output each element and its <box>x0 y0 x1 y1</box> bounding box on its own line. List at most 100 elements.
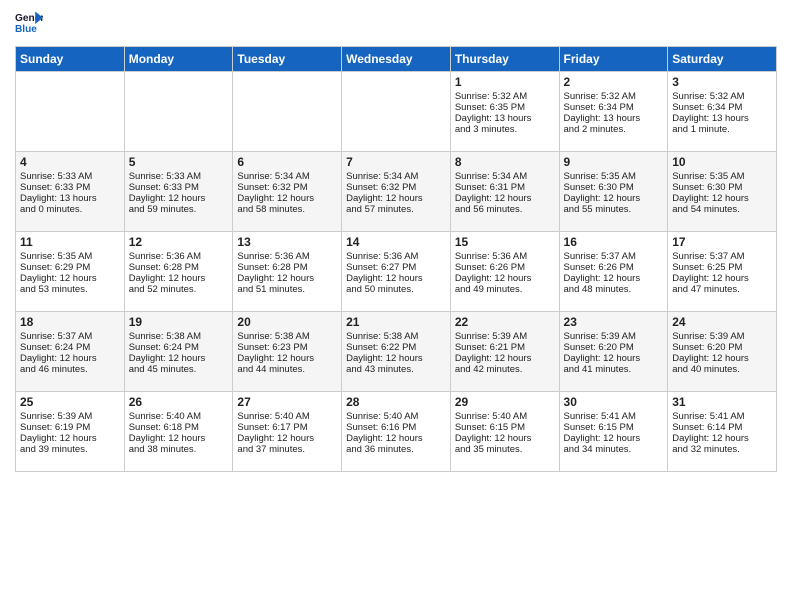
calendar-cell: 14Sunrise: 5:36 AMSunset: 6:27 PMDayligh… <box>342 232 451 312</box>
day-info: Sunrise: 5:36 AM <box>346 251 446 262</box>
day-info: Daylight: 12 hours <box>346 353 446 364</box>
day-info: Sunrise: 5:33 AM <box>20 171 120 182</box>
day-info: Sunset: 6:34 PM <box>672 102 772 113</box>
day-info: and 40 minutes. <box>672 364 772 375</box>
day-info: Sunset: 6:24 PM <box>20 342 120 353</box>
day-number: 25 <box>20 395 120 409</box>
day-info: Daylight: 12 hours <box>564 353 664 364</box>
calendar-week-4: 18Sunrise: 5:37 AMSunset: 6:24 PMDayligh… <box>16 312 777 392</box>
calendar-cell: 26Sunrise: 5:40 AMSunset: 6:18 PMDayligh… <box>124 392 233 472</box>
calendar-week-3: 11Sunrise: 5:35 AMSunset: 6:29 PMDayligh… <box>16 232 777 312</box>
logo: General Blue <box>15 10 43 38</box>
day-info: and 50 minutes. <box>346 284 446 295</box>
day-info: Sunrise: 5:39 AM <box>455 331 555 342</box>
day-info: Sunset: 6:21 PM <box>455 342 555 353</box>
day-info: Sunset: 6:15 PM <box>564 422 664 433</box>
calendar-cell: 8Sunrise: 5:34 AMSunset: 6:31 PMDaylight… <box>450 152 559 232</box>
day-info: Sunrise: 5:39 AM <box>564 331 664 342</box>
day-info: Sunrise: 5:37 AM <box>564 251 664 262</box>
day-info: and 53 minutes. <box>20 284 120 295</box>
day-info: Sunset: 6:31 PM <box>455 182 555 193</box>
calendar-cell <box>342 72 451 152</box>
day-number: 20 <box>237 315 337 329</box>
day-info: Sunset: 6:26 PM <box>455 262 555 273</box>
day-info: Sunrise: 5:35 AM <box>20 251 120 262</box>
calendar-cell: 27Sunrise: 5:40 AMSunset: 6:17 PMDayligh… <box>233 392 342 472</box>
day-number: 9 <box>564 155 664 169</box>
day-info: Daylight: 12 hours <box>346 433 446 444</box>
calendar-header-friday: Friday <box>559 47 668 72</box>
day-info: and 45 minutes. <box>129 364 229 375</box>
day-info: and 51 minutes. <box>237 284 337 295</box>
day-number: 24 <box>672 315 772 329</box>
day-info: Daylight: 12 hours <box>20 273 120 284</box>
main-container: General Blue SundayMondayTuesdayWednesda… <box>0 0 792 477</box>
day-info: Sunrise: 5:35 AM <box>564 171 664 182</box>
day-info: Daylight: 12 hours <box>564 433 664 444</box>
day-info: Daylight: 12 hours <box>20 433 120 444</box>
day-info: Daylight: 12 hours <box>564 193 664 204</box>
day-info: Sunset: 6:33 PM <box>20 182 120 193</box>
day-info: Sunset: 6:26 PM <box>564 262 664 273</box>
day-number: 5 <box>129 155 229 169</box>
calendar-cell: 31Sunrise: 5:41 AMSunset: 6:14 PMDayligh… <box>668 392 777 472</box>
calendar-cell: 24Sunrise: 5:39 AMSunset: 6:20 PMDayligh… <box>668 312 777 392</box>
day-info: Sunset: 6:17 PM <box>237 422 337 433</box>
day-info: and 54 minutes. <box>672 204 772 215</box>
header: General Blue <box>15 10 777 38</box>
day-number: 15 <box>455 235 555 249</box>
calendar-header-thursday: Thursday <box>450 47 559 72</box>
day-info: Sunrise: 5:33 AM <box>129 171 229 182</box>
day-info: Sunrise: 5:36 AM <box>455 251 555 262</box>
day-info: Sunset: 6:20 PM <box>672 342 772 353</box>
day-info: Daylight: 12 hours <box>672 193 772 204</box>
day-info: and 55 minutes. <box>564 204 664 215</box>
day-info: Daylight: 12 hours <box>455 273 555 284</box>
day-number: 29 <box>455 395 555 409</box>
calendar-cell: 25Sunrise: 5:39 AMSunset: 6:19 PMDayligh… <box>16 392 125 472</box>
calendar-cell: 12Sunrise: 5:36 AMSunset: 6:28 PMDayligh… <box>124 232 233 312</box>
calendar-cell: 13Sunrise: 5:36 AMSunset: 6:28 PMDayligh… <box>233 232 342 312</box>
day-info: Daylight: 13 hours <box>20 193 120 204</box>
day-number: 22 <box>455 315 555 329</box>
calendar-week-2: 4Sunrise: 5:33 AMSunset: 6:33 PMDaylight… <box>16 152 777 232</box>
day-info: Sunset: 6:16 PM <box>346 422 446 433</box>
day-info: Sunrise: 5:40 AM <box>129 411 229 422</box>
calendar-cell: 10Sunrise: 5:35 AMSunset: 6:30 PMDayligh… <box>668 152 777 232</box>
day-number: 4 <box>20 155 120 169</box>
day-number: 10 <box>672 155 772 169</box>
calendar-cell: 19Sunrise: 5:38 AMSunset: 6:24 PMDayligh… <box>124 312 233 392</box>
calendar-cell: 16Sunrise: 5:37 AMSunset: 6:26 PMDayligh… <box>559 232 668 312</box>
day-number: 17 <box>672 235 772 249</box>
day-info: and 48 minutes. <box>564 284 664 295</box>
day-info: Sunset: 6:32 PM <box>346 182 446 193</box>
day-info: and 36 minutes. <box>346 444 446 455</box>
day-info: Sunset: 6:34 PM <box>564 102 664 113</box>
day-info: Sunrise: 5:38 AM <box>346 331 446 342</box>
day-info: and 49 minutes. <box>455 284 555 295</box>
day-info: Daylight: 12 hours <box>346 193 446 204</box>
day-number: 6 <box>237 155 337 169</box>
day-number: 31 <box>672 395 772 409</box>
day-info: Sunset: 6:20 PM <box>564 342 664 353</box>
day-info: and 3 minutes. <box>455 124 555 135</box>
day-number: 16 <box>564 235 664 249</box>
day-info: Sunset: 6:24 PM <box>129 342 229 353</box>
day-info: Sunrise: 5:38 AM <box>129 331 229 342</box>
day-info: Sunset: 6:28 PM <box>237 262 337 273</box>
day-info: Daylight: 12 hours <box>672 353 772 364</box>
day-info: Daylight: 12 hours <box>237 433 337 444</box>
day-info: Sunset: 6:32 PM <box>237 182 337 193</box>
day-info: and 32 minutes. <box>672 444 772 455</box>
day-info: Daylight: 12 hours <box>129 193 229 204</box>
calendar-cell <box>124 72 233 152</box>
day-number: 18 <box>20 315 120 329</box>
calendar-cell: 28Sunrise: 5:40 AMSunset: 6:16 PMDayligh… <box>342 392 451 472</box>
day-number: 3 <box>672 75 772 89</box>
day-info: Daylight: 12 hours <box>20 353 120 364</box>
day-info: and 2 minutes. <box>564 124 664 135</box>
day-info: Sunrise: 5:39 AM <box>20 411 120 422</box>
day-info: Sunset: 6:27 PM <box>346 262 446 273</box>
calendar-cell: 17Sunrise: 5:37 AMSunset: 6:25 PMDayligh… <box>668 232 777 312</box>
calendar-cell: 1Sunrise: 5:32 AMSunset: 6:35 PMDaylight… <box>450 72 559 152</box>
